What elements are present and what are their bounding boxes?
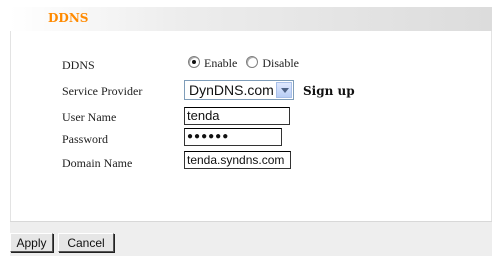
domain-name-label: Domain Name [62, 156, 133, 170]
chevron-down-icon[interactable] [276, 82, 292, 98]
ddns-enable-radio[interactable] [188, 56, 200, 68]
ddns-radio-group: Enable Disable [188, 56, 305, 72]
sign-up-link[interactable]: Sign up [303, 84, 355, 98]
page-title: DDNS [48, 11, 89, 25]
service-provider-label: Service Provider [62, 84, 143, 98]
ddns-disable-label: Disable [262, 56, 299, 70]
user-name-label: User Name [62, 110, 117, 124]
ddns-label: DDNS [62, 58, 95, 72]
user-name-input[interactable]: tenda [184, 107, 290, 125]
password-label: Password [62, 132, 109, 146]
password-input[interactable]: ●●●●●● [184, 128, 282, 146]
ddns-enable-label: Enable [204, 56, 238, 70]
header-bar: DDNS [10, 7, 492, 31]
service-provider-value: DynDNS.com [189, 82, 274, 98]
apply-button[interactable]: Apply [10, 233, 53, 252]
domain-name-input[interactable]: tenda.syndns.com [184, 151, 291, 169]
ddns-disable-radio[interactable] [246, 56, 259, 68]
service-provider-select[interactable]: DynDNS.com [184, 80, 294, 100]
cancel-button[interactable]: Cancel [58, 233, 114, 252]
